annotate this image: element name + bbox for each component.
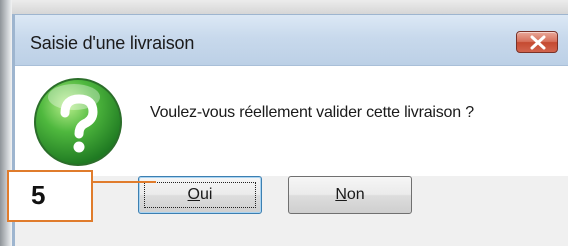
question-icon bbox=[34, 78, 122, 166]
no-button-label: Non bbox=[335, 186, 365, 203]
dialog-title: Saisie d'une livraison bbox=[30, 33, 195, 53]
callout-connector bbox=[92, 181, 156, 183]
yes-button[interactable]: Oui bbox=[138, 176, 262, 214]
dialog-message: Voulez-vous réellement valider cette liv… bbox=[150, 104, 474, 121]
close-icon bbox=[530, 35, 546, 50]
dialog-content: Voulez-vous réellement valider cette liv… bbox=[15, 66, 568, 176]
focus-rectangle bbox=[144, 182, 256, 208]
no-button[interactable]: Non bbox=[288, 176, 412, 214]
dialog-titlebar[interactable]: Saisie d'une livraison bbox=[15, 15, 568, 66]
close-button[interactable] bbox=[516, 31, 558, 53]
background-window-strip bbox=[12, 0, 568, 14]
step-number: 5 bbox=[31, 180, 46, 210]
step-callout: 5 bbox=[7, 170, 93, 222]
